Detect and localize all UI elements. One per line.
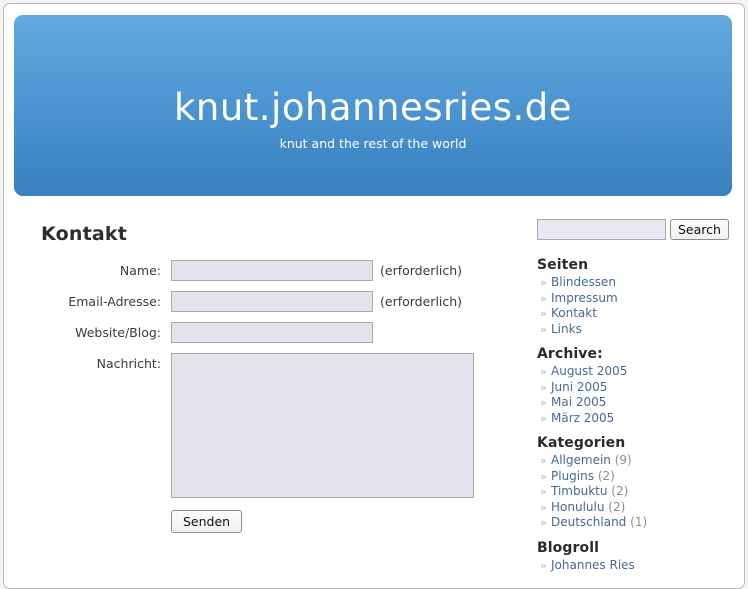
sidebar-link[interactable]: Plugins	[551, 469, 594, 483]
submit-spacer	[26, 510, 171, 533]
list-item: » März 2005	[537, 411, 737, 427]
sidebar-link[interactable]: Juni 2005	[551, 380, 607, 394]
double-chevron-icon: »	[540, 380, 547, 394]
website-input[interactable]	[171, 322, 373, 343]
site-header-banner: knut.johannesries.de knut and the rest o…	[14, 15, 732, 196]
sidebar-list: » Blindessen » Impressum » Kontakt » Links	[537, 275, 737, 337]
sidebar-link[interactable]: Deutschland	[551, 515, 626, 529]
double-chevron-icon: »	[540, 365, 547, 378]
search-form: Search	[537, 219, 737, 240]
post-count: (2)	[597, 468, 615, 483]
sidebar-section-heading: Seiten	[537, 257, 589, 273]
form-row-submit: Senden	[26, 510, 516, 533]
list-item: » Plugins (2)	[537, 469, 737, 485]
list-item: » Allgemein (9)	[537, 453, 737, 469]
double-chevron-icon: »	[540, 516, 547, 529]
sidebar-section: Kategorien » Allgemein (9) » Plugins (2) » Tim…	[537, 435, 737, 531]
contact-form: Name: (erforderlich) Email-Adresse: (erf…	[26, 260, 516, 533]
sidebar-link[interactable]: Allgemein	[551, 453, 611, 467]
list-item: » Honululu (2)	[537, 500, 737, 516]
double-chevron-icon: »	[540, 396, 547, 409]
form-row-website: Website/Blog:	[26, 322, 516, 343]
sidebar-link[interactable]: August 2005	[551, 364, 627, 378]
post-count: (2)	[608, 499, 626, 514]
name-input[interactable]	[171, 260, 373, 281]
search-button[interactable]: Search	[670, 219, 729, 240]
sidebar-list: » Johannes Ries	[537, 558, 737, 574]
sidebar-link[interactable]: Mai 2005	[551, 395, 606, 409]
list-item: » Blindessen	[537, 275, 737, 291]
double-chevron-icon: »	[540, 485, 547, 498]
sidebar-link[interactable]: Links	[551, 322, 582, 336]
sidebar: Search Seiten » Blindessen » Impressum » Konta…	[537, 219, 737, 582]
double-chevron-icon: »	[540, 558, 547, 572]
browser-viewport: knut.johannesries.de knut and the rest o…	[0, 0, 748, 589]
sidebar-link[interactable]: Johannes Ries	[551, 558, 635, 572]
page-container: knut.johannesries.de knut and the rest o…	[3, 3, 745, 589]
list-item: » Timbuktu (2)	[537, 484, 737, 500]
sidebar-list: » Allgemein (9)» Plugins (2)» Timbuktu (2)»…	[537, 453, 737, 531]
post-count: (2)	[611, 484, 629, 498]
site-title: knut.johannesries.de	[173, 86, 573, 129]
sidebar-section-heading: Kategorien	[537, 435, 626, 451]
list-item: » Juni 2005	[537, 380, 737, 396]
sidebar-link[interactable]: März 2005	[551, 411, 614, 425]
main-content: Kontakt Name: (erforderlich) Email-Adres…	[26, 209, 516, 533]
list-item: » Deutschland (1)	[537, 515, 737, 531]
sidebar-section: Blogroll » Johannes Ries	[537, 540, 737, 574]
search-input[interactable]	[537, 219, 666, 240]
sidebar-section-heading: Blogroll	[537, 539, 600, 556]
list-item: » Kontakt	[537, 306, 737, 322]
double-chevron-icon: »	[540, 276, 547, 289]
name-label: Name:	[119, 263, 161, 278]
email-label: Email-Adresse:	[68, 294, 161, 309]
sidebar-link[interactable]: Blindessen	[551, 275, 616, 289]
message-label: Nachricht:	[96, 356, 161, 371]
sidebar-list: » August 2005 » Juni 2005 » Mai 2005 » März 200…	[537, 364, 737, 426]
double-chevron-icon: »	[540, 322, 547, 336]
post-count: (9)	[614, 453, 632, 467]
submit-button[interactable]: Senden	[171, 510, 243, 533]
sidebar-link[interactable]: Timbuktu	[551, 484, 607, 498]
site-tagline: knut and the rest of the world	[279, 136, 467, 151]
list-item: » August 2005	[537, 364, 737, 380]
sidebar-link[interactable]: Kontakt	[551, 306, 597, 320]
form-row-email: Email-Adresse: (erforderlich)	[26, 291, 516, 312]
double-chevron-icon: »	[540, 454, 547, 467]
double-chevron-icon: »	[540, 500, 547, 514]
form-row-name: Name: (erforderlich)	[26, 260, 516, 281]
sidebar-section-heading: Archive:	[537, 346, 603, 362]
list-item: » Mai 2005	[537, 395, 737, 411]
sidebar-link[interactable]: Honululu	[551, 500, 604, 514]
post-count: (1)	[630, 515, 648, 529]
website-label: Website/Blog:	[75, 325, 161, 340]
email-input[interactable]	[171, 291, 373, 312]
email-required-note: (erforderlich)	[380, 294, 463, 309]
sidebar-sections: Seiten » Blindessen » Impressum » Kontakt » Link…	[537, 257, 737, 573]
sidebar-link[interactable]: Impressum	[551, 291, 618, 305]
sidebar-section: Archive:» August 2005» Juni 2005» Mai 2005»…	[537, 346, 737, 426]
list-item: » Impressum	[537, 291, 737, 307]
page-title: Kontakt	[41, 223, 127, 245]
double-chevron-icon: »	[540, 291, 547, 305]
sidebar-section: Seiten » Blindessen » Impressum » Kontakt » Link…	[537, 257, 737, 337]
message-textarea[interactable]	[171, 353, 474, 498]
double-chevron-icon: »	[540, 411, 547, 425]
double-chevron-icon: »	[540, 469, 547, 483]
form-row-message: Nachricht:	[26, 353, 516, 498]
list-item: » Johannes Ries	[537, 558, 737, 574]
double-chevron-icon: »	[540, 307, 547, 320]
name-required-note: (erforderlich)	[380, 263, 463, 278]
list-item: » Links	[537, 322, 737, 338]
